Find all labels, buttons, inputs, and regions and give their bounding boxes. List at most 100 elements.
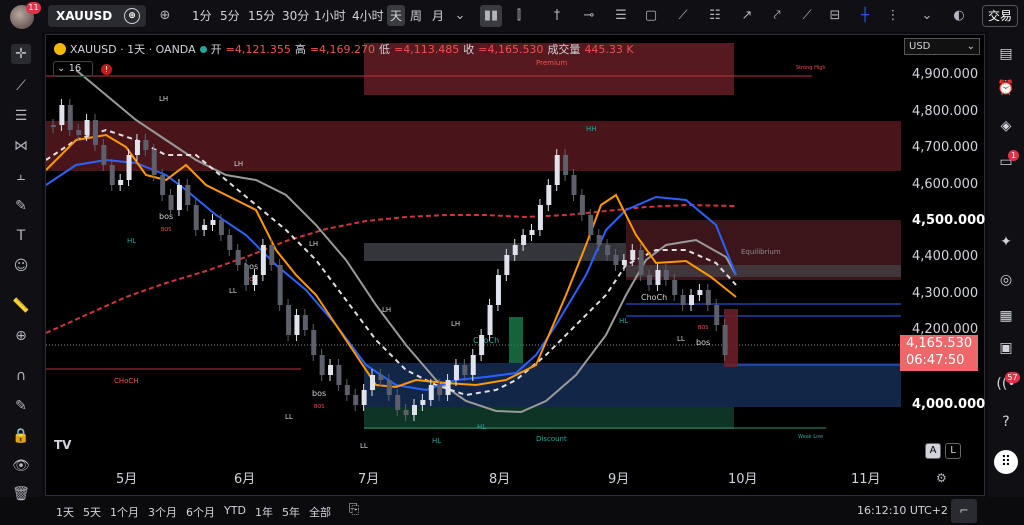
forecast-tool-icon[interactable]: ⫠ [11, 166, 31, 186]
symbol-search-button[interactable]: XAUUSD ⊕ [48, 5, 146, 27]
alert-icon[interactable]: ! [101, 64, 112, 75]
magnet-icon[interactable]: ∩ [11, 366, 31, 386]
range-ytd[interactable]: YTD [224, 504, 246, 517]
range-5d[interactable]: 5天 [83, 504, 101, 520]
legend-title[interactable]: XAUUSD · 1天 · OANDA [70, 41, 196, 57]
trendline-icon[interactable]: ⟋ [674, 7, 692, 25]
candles-icon[interactable]: ▮▮ [480, 5, 502, 27]
trade-button[interactable]: 交易 [982, 5, 1018, 27]
interval-1mo[interactable]: 月 [432, 7, 444, 24]
price-tick: 4,900.000 [912, 67, 979, 82]
parallel-channel-icon[interactable]: ☰ [612, 7, 630, 25]
brush-tool-icon[interactable]: ✎ [11, 196, 31, 216]
range-all[interactable]: 全部 [309, 504, 331, 520]
streams-badge: 57 [1005, 372, 1020, 383]
interval-15m[interactable]: 15分 [248, 7, 275, 24]
ll-label-3: LL [360, 442, 368, 450]
date-range-icon[interactable]: ⎘ [349, 502, 359, 517]
ruler-tool-icon[interactable]: 📏 [11, 296, 31, 316]
crosshair-tool-icon[interactable]: ✛ [11, 44, 31, 64]
theme-icon[interactable]: ◐ [950, 7, 968, 25]
candle [176, 185, 182, 210]
ray-icon[interactable]: ↗ [738, 7, 756, 25]
fib-tool-icon[interactable]: ☰ [11, 106, 31, 126]
more-tools-icon[interactable]: ⋮ [884, 7, 902, 25]
range-1m[interactable]: 1个月 [110, 504, 139, 520]
candle [126, 155, 132, 180]
compare-icon[interactable]: ⊕ [124, 8, 140, 24]
interval-1h[interactable]: 1小时 [314, 7, 346, 24]
premium-label: Premium [536, 59, 567, 67]
log-scale-button[interactable]: L [945, 443, 961, 459]
candle [244, 265, 250, 285]
candle [672, 280, 678, 295]
chevron-down-icon[interactable]: ⌄ [451, 7, 469, 25]
extended-line-icon[interactable]: ⟋ [798, 7, 816, 25]
interval-5m[interactable]: 5分 [220, 7, 240, 24]
help-icon[interactable]: ? [996, 412, 1016, 432]
trash-icon[interactable]: 🗑 [11, 484, 31, 504]
settings-gear-icon[interactable]: ⚙ [936, 471, 947, 485]
rectangle-icon[interactable]: ▢ [642, 7, 660, 25]
clock-label[interactable]: 16:12:10 UTC+2 [857, 504, 948, 517]
range-1d[interactable]: 1天 [56, 504, 74, 520]
range-5y[interactable]: 5年 [282, 504, 300, 520]
open-label: 开 [210, 43, 222, 56]
chart-canvas[interactable]: Premium Strong High Equilibrium Discount… [46, 35, 986, 497]
chart-type-icon[interactable]: ⫿ [510, 7, 528, 25]
calendar-icon[interactable]: ▣ [996, 338, 1016, 358]
candle [67, 105, 73, 130]
price-tick: 4,700.000 [912, 140, 979, 155]
interval-4h[interactable]: 4小时 [352, 7, 384, 24]
pattern-tool-icon[interactable]: ⋈ [11, 136, 31, 156]
candle [210, 220, 216, 225]
screener-icon[interactable]: ▦ [996, 306, 1016, 326]
chart-pane[interactable]: Premium Strong High Equilibrium Discount… [45, 34, 985, 496]
interval-1d[interactable]: 天 [387, 5, 406, 26]
watchlist-icon[interactable]: ▤ [996, 44, 1016, 64]
trendline-tool-icon[interactable]: ⟋ [11, 76, 31, 96]
ideas-icon[interactable]: ✦ [996, 232, 1016, 252]
candle [588, 215, 594, 235]
add-symbol-icon[interactable]: ⊕ [156, 7, 174, 25]
eye-icon[interactable]: 👁 [11, 456, 31, 476]
text-tool-icon[interactable]: T [11, 226, 31, 246]
month-label: 6月 [234, 472, 256, 487]
layers-icon[interactable]: ◈ [996, 116, 1016, 136]
range-6m[interactable]: 6个月 [186, 504, 215, 520]
fib-icon[interactable]: ☷ [706, 7, 724, 25]
candle [151, 150, 157, 175]
lock-drawing-icon[interactable]: ✎ [11, 396, 31, 416]
candle [252, 275, 258, 285]
path-icon[interactable]: ⤤ [768, 7, 786, 25]
indicators-toggle[interactable]: ⌄ 16 [53, 61, 93, 77]
currency-select[interactable]: USD ⌄ [904, 38, 980, 55]
candle [495, 275, 501, 305]
candle [101, 145, 107, 165]
lock-icon[interactable]: 🔒 [11, 426, 31, 446]
chevron-down-icon-3: ⌄ [966, 41, 975, 52]
hl-label-4: HL [619, 317, 628, 325]
candle [353, 395, 359, 405]
zoom-tool-icon[interactable]: ⊕ [11, 326, 31, 346]
signal-icon[interactable]: ◎ [996, 270, 1016, 290]
demand-zone [364, 407, 734, 429]
fullscreen-icon[interactable]: ⌐ [951, 499, 977, 523]
alarm-icon[interactable]: ⏰ [996, 78, 1016, 98]
horizontal-line-icon[interactable]: ⊸ [580, 7, 598, 25]
chevron-down-icon-2[interactable]: ⌄ [918, 7, 936, 25]
candle [596, 235, 602, 245]
interval-1m[interactable]: 1分 [192, 7, 212, 24]
candle [302, 315, 308, 330]
measure-icon[interactable]: ⊟ [826, 7, 844, 25]
apps-grid-icon[interactable]: ⠿ [994, 450, 1018, 474]
crosshair-icon[interactable]: ┼ [856, 7, 874, 25]
interval-30m[interactable]: 30分 [282, 7, 309, 24]
range-1y[interactable]: 1年 [255, 504, 273, 520]
interval-1w[interactable]: 周 [410, 7, 422, 24]
auto-scale-button[interactable]: A [925, 443, 941, 459]
range-3m[interactable]: 3个月 [148, 504, 177, 520]
strong-high-label: Strong High [796, 65, 826, 71]
vertical-line-icon[interactable]: † [548, 7, 566, 25]
emoji-tool-icon[interactable]: ☺ [11, 256, 31, 276]
